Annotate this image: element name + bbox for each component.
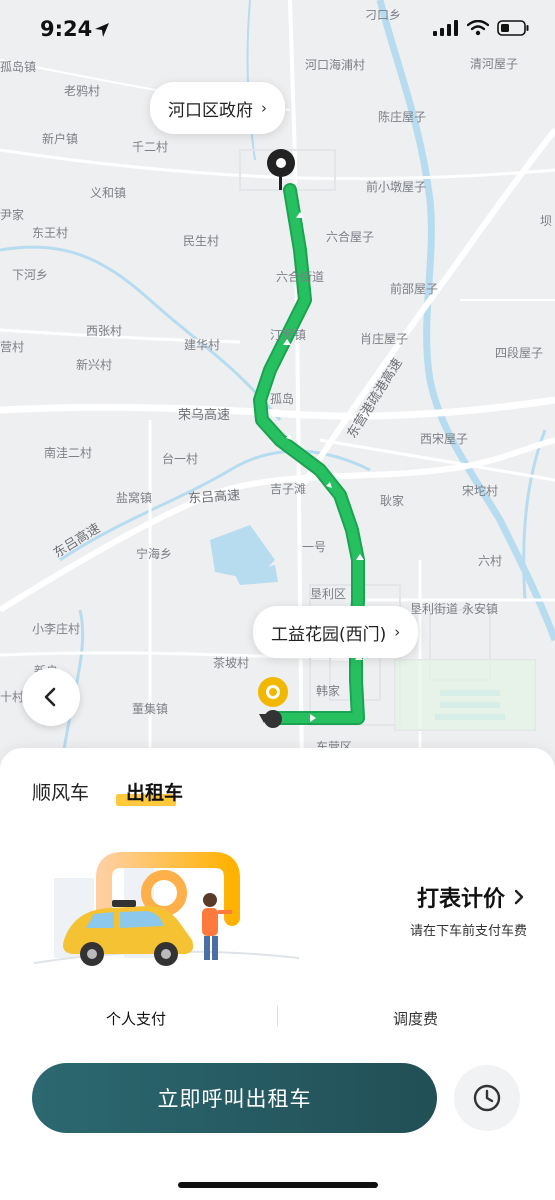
map-place-label: 汀罗镇: [270, 328, 307, 342]
map-place-label: 垦利街道: [410, 602, 459, 616]
map-place-label: 老鸦村: [64, 84, 101, 98]
chevron-right-icon: [514, 889, 524, 905]
map-place-label: 十村: [0, 690, 25, 704]
map-place-label: 一号: [302, 540, 327, 554]
dispatch-fee-option[interactable]: 调度费: [393, 1008, 438, 1029]
cellular-signal-icon: [433, 20, 458, 36]
status-icons: [433, 20, 529, 36]
wifi-icon: [467, 20, 489, 36]
map-place-label: 台一村: [162, 452, 199, 466]
location-arrow-icon: [95, 23, 109, 37]
divider: [277, 1006, 278, 1026]
map-place-label: 永安镇: [462, 602, 499, 616]
tab-carpool[interactable]: 顺风车: [32, 778, 89, 805]
chevron-right-icon: ›: [394, 623, 401, 641]
meter-pricing-note: 请在下车前支付车费: [409, 924, 527, 939]
map-place-label: 耿家: [380, 494, 405, 508]
road-label: 荣乌高速: [178, 408, 231, 423]
map-place-label: 西张村: [86, 324, 123, 338]
tab-taxi[interactable]: 出租车: [126, 778, 183, 805]
map-place-label: 六合街道: [276, 270, 325, 284]
home-indicator[interactable]: [178, 1182, 378, 1188]
map-place-label: 四段屋子: [495, 346, 544, 360]
status-bar: 9:24: [0, 0, 555, 60]
map-place-label: 小李庄村: [32, 622, 81, 636]
meter-pricing-label: 打表计价: [416, 887, 505, 912]
map-place-label: 民生村: [183, 234, 220, 248]
map-place-label: 南洼二村: [44, 446, 93, 460]
taxi-illustration: [34, 852, 300, 966]
payment-personal-option[interactable]: 个人支付: [106, 1008, 166, 1029]
road-label: 东吕高速: [187, 488, 241, 507]
map-place-label: 韩家: [316, 684, 341, 698]
origin-label: 河口区政府: [168, 100, 253, 121]
map-place-label: 孤岛镇: [0, 60, 37, 74]
map-place-label: 孤岛: [270, 392, 295, 406]
map-place-label: 尹家: [0, 208, 25, 222]
destination-label: 工益花园(西门): [271, 624, 387, 645]
clock-icon: [473, 1084, 501, 1112]
map-view[interactable]: 刁口乡 孤岛镇 河口海浦村 清河屋子 老鸦村 陈庄屋子 新户镇 千二村 义和镇 …: [0, 0, 555, 775]
battery-icon: [497, 20, 529, 36]
map-place-label: 宁海乡: [136, 547, 173, 561]
map-place-label: 董集镇: [132, 702, 169, 716]
map-place-label: 新户镇: [42, 132, 79, 146]
map-place-label: 前邵屋子: [390, 282, 439, 296]
map-place-label: 陈庄屋子: [378, 110, 427, 124]
map-place-label: 垦利区: [310, 587, 347, 601]
map-place-label: 下河乡: [12, 268, 49, 282]
destination-callout[interactable]: 工益花园(西门) ›: [253, 606, 419, 658]
map-place-label: 东王村: [32, 226, 69, 240]
map-place-label: 茶坡村: [213, 656, 250, 670]
map-place-label: 六合屋子: [326, 230, 375, 244]
ride-options-sheet: 顺风车 出租车 打表计价 请在下车前支付车费 个人支付 调度费 立即呼叫出租车: [0, 748, 555, 1200]
map-place-label: 吉子滩: [270, 482, 307, 496]
map-place-label: 宋坨村: [462, 484, 499, 498]
map-place-label: 建华村: [184, 338, 221, 352]
map-place-label: 千二村: [132, 140, 169, 154]
back-button[interactable]: [22, 668, 80, 726]
map-place-label: 六村: [478, 554, 503, 568]
map-place-label: 义和镇: [90, 186, 127, 200]
map-place-label: 肖庄屋子: [360, 332, 409, 346]
map-place-label: 坝: [540, 214, 553, 228]
meter-pricing-link[interactable]: 打表计价: [417, 881, 525, 913]
chevron-right-icon: ›: [261, 99, 267, 117]
map-place-label: 营村: [0, 340, 25, 354]
map-place-label: 前小墩屋子: [366, 180, 427, 194]
call-taxi-button[interactable]: 立即呼叫出租车: [32, 1063, 437, 1133]
map-place-label: 西宋屋子: [420, 432, 469, 446]
map-place-label: 新兴村: [76, 358, 113, 372]
chevron-left-icon: [44, 687, 56, 707]
map-place-label: 盐窝镇: [116, 491, 153, 505]
status-time: 9:24: [40, 17, 93, 41]
origin-callout[interactable]: 河口区政府 ›: [150, 82, 285, 134]
schedule-button[interactable]: [454, 1065, 520, 1131]
